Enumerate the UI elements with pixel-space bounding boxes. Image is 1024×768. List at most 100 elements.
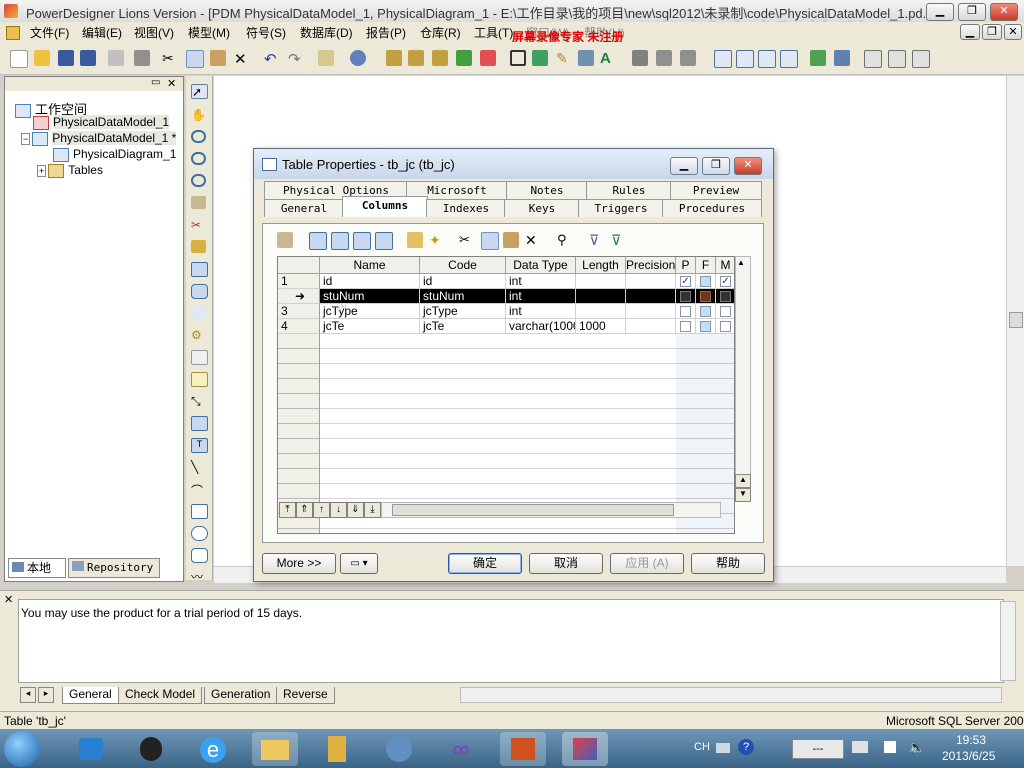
menu-edit[interactable]: 编辑(E) (82, 24, 122, 41)
cell-precision[interactable] (626, 274, 676, 289)
menu-repository[interactable]: 仓库(R) (420, 24, 461, 41)
mandatory-checkbox[interactable]: ✓ (720, 276, 731, 287)
undo-icon[interactable]: ↶ (264, 50, 280, 68)
line-tool-icon[interactable]: ╲ (191, 460, 206, 474)
note-tool-icon[interactable] (191, 372, 208, 387)
table-row[interactable]: 1 id id int ✓ ✓ (278, 274, 734, 289)
cell-name[interactable]: stuNum (320, 289, 420, 304)
copy-icon[interactable] (186, 50, 204, 68)
properties-icon[interactable] (108, 50, 124, 66)
header-data-type[interactable]: Data Type (506, 257, 576, 274)
tab-procedures[interactable]: Procedures (662, 199, 762, 217)
help-icon[interactable]: ? (738, 739, 754, 755)
header-name[interactable]: Name (320, 257, 420, 274)
header-precision[interactable]: Precision (626, 257, 676, 274)
cut-icon[interactable]: ✂ (162, 50, 178, 66)
text-tool-icon[interactable]: T (191, 438, 208, 453)
open-icon[interactable] (34, 50, 50, 66)
add-attributes-icon[interactable] (353, 232, 371, 250)
reference-tool-icon[interactable] (191, 306, 206, 319)
dialog-minimize-button[interactable]: ▁ (670, 157, 698, 175)
tab-general[interactable]: General (264, 199, 344, 217)
cell-name[interactable]: jcTe (320, 319, 420, 334)
dialog-close-button[interactable]: ✕ (734, 157, 762, 175)
link-tool-icon[interactable]: ⤡ (191, 394, 206, 408)
tab-indexes[interactable]: Indexes (426, 199, 506, 217)
header-primary[interactable]: P (676, 257, 696, 274)
output-window-icon[interactable] (888, 50, 906, 68)
tab-preview[interactable]: Preview (670, 181, 762, 199)
filter-icon[interactable]: ⊽ (589, 232, 605, 248)
arc-tool-icon[interactable]: ⌒ (191, 482, 206, 498)
taskbar-ppt-icon[interactable] (500, 732, 546, 766)
zoom-window-icon[interactable] (864, 50, 882, 68)
menu-tools[interactable]: 工具(T) (474, 24, 513, 41)
add-row-icon[interactable] (309, 232, 327, 250)
tab-columns[interactable]: Columns (342, 196, 428, 217)
move-top-button[interactable]: ⤒ (279, 502, 296, 518)
grid-vertical-scrollbar[interactable]: ▲ ▼ (735, 256, 751, 502)
paste-icon[interactable] (210, 50, 226, 66)
menu-symbol[interactable]: 符号(S) (246, 24, 286, 41)
start-button[interactable] (4, 731, 40, 767)
cell-data-type[interactable]: varchar(1000 (506, 319, 576, 334)
tab-local[interactable]: 本地 (8, 558, 66, 578)
output-tab-reverse[interactable]: Reverse (276, 687, 335, 704)
keyboard-icon[interactable] (716, 743, 730, 753)
back-icon[interactable] (656, 50, 672, 66)
output-horizontal-scrollbar[interactable] (460, 687, 1002, 703)
layout4-icon[interactable] (780, 50, 798, 68)
scroll-thumb[interactable] (392, 504, 674, 516)
primary-checkbox[interactable] (680, 291, 691, 302)
output-tab-next-button[interactable]: ▸ (38, 687, 54, 703)
tree-diagram-1[interactable]: PhysicalDiagram_1 (53, 147, 176, 162)
tab-keys[interactable]: Keys (504, 199, 580, 217)
foreign-checkbox[interactable] (700, 291, 711, 302)
primary-checkbox[interactable]: ✓ (680, 276, 691, 287)
move-bottom-button[interactable]: ⤓ (364, 502, 381, 518)
header-foreign[interactable]: F (696, 257, 716, 274)
package-icon[interactable] (386, 50, 402, 66)
view-tool-icon[interactable] (191, 284, 208, 299)
ok-button[interactable]: 确定 (448, 553, 522, 574)
replace-attributes-icon[interactable] (375, 232, 393, 250)
delete-icon[interactable]: ✕ (525, 232, 541, 248)
paste-icon[interactable] (503, 232, 519, 248)
canvas-vertical-scrollbar[interactable] (1006, 76, 1024, 566)
taskbar-bird-icon[interactable] (68, 732, 114, 766)
taskbar-vs-icon[interactable]: ∞ (438, 732, 484, 766)
redo-icon[interactable]: ↷ (288, 50, 304, 68)
cell-length[interactable]: 1000 (576, 319, 626, 334)
tree-tables[interactable]: + Tables (37, 163, 103, 178)
cell-code[interactable]: stuNum (420, 289, 506, 304)
taskbar-db-tool-icon[interactable] (314, 732, 360, 766)
procedure-tool-icon[interactable]: ⚙ (191, 328, 206, 342)
refresh-icon[interactable] (456, 50, 472, 66)
browser-icon[interactable] (318, 50, 334, 66)
close-button[interactable]: ✕ (990, 3, 1018, 21)
row-number[interactable]: 1 (278, 274, 320, 289)
maximize-button[interactable]: ❐ (958, 3, 986, 21)
column-properties-icon[interactable] (277, 232, 293, 248)
panel-close-icon[interactable]: ✕ (167, 77, 176, 90)
menu-file[interactable]: 文件(F) (30, 24, 69, 41)
output-tab-general[interactable]: General (62, 687, 119, 704)
row-number[interactable]: 4 (278, 319, 320, 334)
mandatory-checkbox[interactable] (720, 306, 731, 317)
monitor-icon[interactable] (884, 741, 896, 753)
table-tool-icon[interactable] (191, 262, 208, 277)
new-icon[interactable] (10, 50, 28, 68)
font-icon[interactable]: A (600, 50, 616, 67)
result-window-icon[interactable] (912, 50, 930, 68)
tab-notes[interactable]: Notes (506, 181, 588, 199)
fill-icon[interactable] (578, 50, 594, 66)
forward-icon[interactable] (680, 50, 696, 66)
output-tab-check-model[interactable]: Check Model (118, 687, 203, 704)
tab-rules[interactable]: Rules (586, 181, 672, 199)
cut-icon[interactable]: ✂ (459, 232, 475, 248)
layout3-icon[interactable] (758, 50, 776, 68)
cell-precision[interactable] (626, 304, 676, 319)
output-close-icon[interactable]: ✕ (4, 593, 13, 606)
scroll-up-arrow[interactable]: ▲ (737, 258, 745, 267)
table-tool-icon[interactable] (408, 50, 424, 66)
